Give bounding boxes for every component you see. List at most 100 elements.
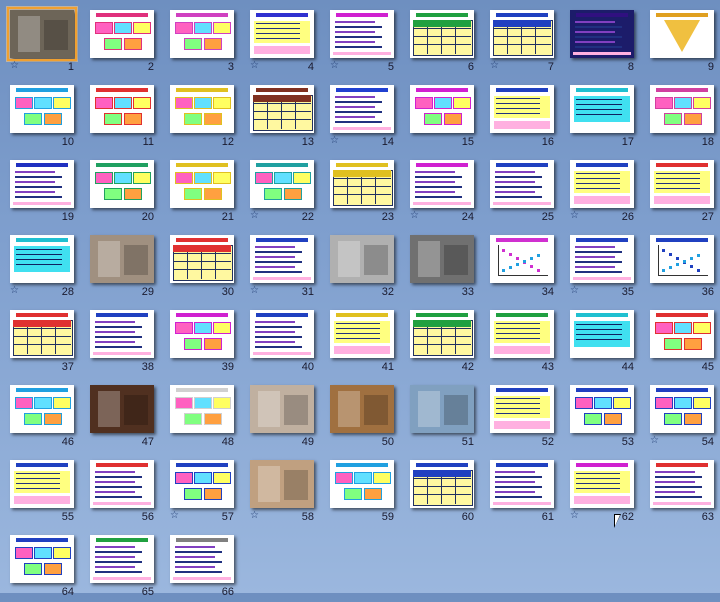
slide-thumbnail-cell[interactable]: 5 ☆ [322, 2, 402, 77]
slide-thumbnail[interactable] [250, 385, 314, 433]
animation-star-icon[interactable]: ☆ [410, 210, 419, 221]
animation-star-icon[interactable]: ☆ [250, 60, 259, 71]
slide-thumbnail[interactable] [330, 10, 394, 58]
slide-thumbnail-cell[interactable]: 12 [162, 77, 242, 152]
slide-thumbnail[interactable] [90, 460, 154, 508]
slide-thumbnail-cell[interactable]: 55 [2, 452, 82, 527]
slide-thumbnail[interactable] [490, 160, 554, 208]
animation-star-icon[interactable]: ☆ [570, 210, 579, 221]
slide-thumbnail-cell[interactable]: 53 [562, 377, 642, 452]
slide-thumbnail[interactable] [90, 535, 154, 583]
slide-thumbnail[interactable] [90, 85, 154, 133]
slide-thumbnail[interactable] [10, 310, 74, 358]
slide-thumbnail-cell[interactable]: 58 ☆ [242, 452, 322, 527]
slide-thumbnail[interactable] [90, 385, 154, 433]
slide-thumbnail-cell[interactable]: 35 ☆ [562, 227, 642, 302]
slide-thumbnail-cell[interactable]: 63 [642, 452, 720, 527]
slide-thumbnail-cell[interactable]: 11 [82, 77, 162, 152]
slide-thumbnail[interactable] [490, 310, 554, 358]
slide-thumbnail[interactable] [490, 10, 554, 58]
slide-thumbnail[interactable] [170, 160, 234, 208]
slide-thumbnail[interactable] [650, 385, 714, 433]
slide-thumbnail[interactable] [570, 460, 634, 508]
slide-thumbnail[interactable] [410, 10, 474, 58]
slide-thumbnail-cell[interactable]: 37 [2, 302, 82, 377]
slide-thumbnail-cell[interactable]: 38 [82, 302, 162, 377]
slide-thumbnail-cell[interactable]: 41 [322, 302, 402, 377]
slide-thumbnail-cell[interactable]: 13 [242, 77, 322, 152]
animation-star-icon[interactable]: ☆ [250, 285, 259, 296]
slide-thumbnail[interactable] [90, 160, 154, 208]
slide-thumbnail-cell[interactable]: 61 [482, 452, 562, 527]
animation-star-icon[interactable]: ☆ [570, 510, 579, 521]
animation-star-icon[interactable]: ☆ [10, 285, 19, 296]
slide-thumbnail[interactable] [10, 535, 74, 583]
slide-thumbnail-cell[interactable]: 62 ☆ [562, 452, 642, 527]
slide-thumbnail[interactable] [490, 460, 554, 508]
slide-thumbnail[interactable] [250, 85, 314, 133]
slide-sorter-view[interactable]: 1 ☆ 2 3 4 ☆ 5 ☆ 6 7 ☆ 8 9 10 11 12 13 14 ☆ 15 16 17 18 19 20 21 22… [0, 0, 720, 598]
slide-thumbnail-cell[interactable]: 48 [162, 377, 242, 452]
slide-thumbnail[interactable] [490, 85, 554, 133]
slide-thumbnail[interactable] [410, 310, 474, 358]
animation-star-icon[interactable]: ☆ [250, 210, 259, 221]
slide-thumbnail[interactable] [650, 85, 714, 133]
slide-thumbnail-cell[interactable]: 39 [162, 302, 242, 377]
slide-thumbnail[interactable] [650, 10, 714, 58]
slide-thumbnail[interactable] [570, 235, 634, 283]
slide-thumbnail-cell[interactable]: 17 [562, 77, 642, 152]
slide-thumbnail[interactable] [250, 460, 314, 508]
slide-thumbnail-cell[interactable]: 30 [162, 227, 242, 302]
slide-thumbnail-cell[interactable]: 50 [322, 377, 402, 452]
slide-thumbnail[interactable] [250, 160, 314, 208]
slide-thumbnail[interactable] [330, 85, 394, 133]
slide-thumbnail[interactable] [90, 10, 154, 58]
slide-thumbnail-cell[interactable]: 20 [82, 152, 162, 227]
slide-thumbnail-cell[interactable]: 2 [82, 2, 162, 77]
slide-thumbnail[interactable] [170, 235, 234, 283]
slide-thumbnail-cell[interactable]: 22 ☆ [242, 152, 322, 227]
slide-thumbnail[interactable] [170, 10, 234, 58]
slide-thumbnail[interactable] [330, 310, 394, 358]
slide-thumbnail-cell[interactable]: 7 ☆ [482, 2, 562, 77]
animation-star-icon[interactable]: ☆ [570, 285, 579, 296]
slide-thumbnail-cell[interactable]: 1 ☆ [2, 2, 82, 77]
slide-thumbnail-cell[interactable]: 28 ☆ [2, 227, 82, 302]
slide-thumbnail-cell[interactable]: 66 [162, 527, 242, 602]
slide-thumbnail[interactable] [10, 460, 74, 508]
slide-thumbnail[interactable] [410, 235, 474, 283]
slide-thumbnail[interactable] [570, 10, 634, 58]
slide-thumbnail[interactable] [410, 385, 474, 433]
slide-thumbnail-cell[interactable]: 23 [322, 152, 402, 227]
slide-thumbnail-cell[interactable]: 43 [482, 302, 562, 377]
slide-thumbnail-cell[interactable]: 31 ☆ [242, 227, 322, 302]
slide-thumbnail-cell[interactable]: 59 [322, 452, 402, 527]
animation-star-icon[interactable]: ☆ [250, 510, 259, 521]
slide-thumbnail-cell[interactable]: 16 [482, 77, 562, 152]
slide-thumbnail[interactable] [250, 310, 314, 358]
slide-thumbnail[interactable] [330, 160, 394, 208]
slide-thumbnail[interactable] [330, 235, 394, 283]
slide-thumbnail-cell[interactable]: 60 [402, 452, 482, 527]
slide-thumbnail-cell[interactable]: 3 [162, 2, 242, 77]
slide-thumbnail-cell[interactable]: 45 [642, 302, 720, 377]
slide-thumbnail[interactable] [570, 160, 634, 208]
slide-thumbnail[interactable] [10, 85, 74, 133]
slide-thumbnail-cell[interactable]: 54 ☆ [642, 377, 720, 452]
slide-thumbnail-cell[interactable]: 32 [322, 227, 402, 302]
animation-star-icon[interactable]: ☆ [330, 60, 339, 71]
slide-thumbnail[interactable] [10, 235, 74, 283]
slide-thumbnail[interactable] [170, 460, 234, 508]
slide-thumbnail[interactable] [650, 460, 714, 508]
slide-thumbnail[interactable] [170, 310, 234, 358]
slide-thumbnail-cell[interactable]: 46 [2, 377, 82, 452]
slide-thumbnail-cell[interactable]: 15 [402, 77, 482, 152]
slide-thumbnail-cell[interactable]: 27 [642, 152, 720, 227]
slide-thumbnail[interactable] [410, 460, 474, 508]
slide-thumbnail[interactable] [170, 535, 234, 583]
slide-thumbnail-cell[interactable]: 14 ☆ [322, 77, 402, 152]
slide-thumbnail-cell[interactable]: 8 [562, 2, 642, 77]
slide-thumbnail[interactable] [570, 385, 634, 433]
slide-thumbnail[interactable] [90, 235, 154, 283]
slide-thumbnail[interactable] [330, 385, 394, 433]
